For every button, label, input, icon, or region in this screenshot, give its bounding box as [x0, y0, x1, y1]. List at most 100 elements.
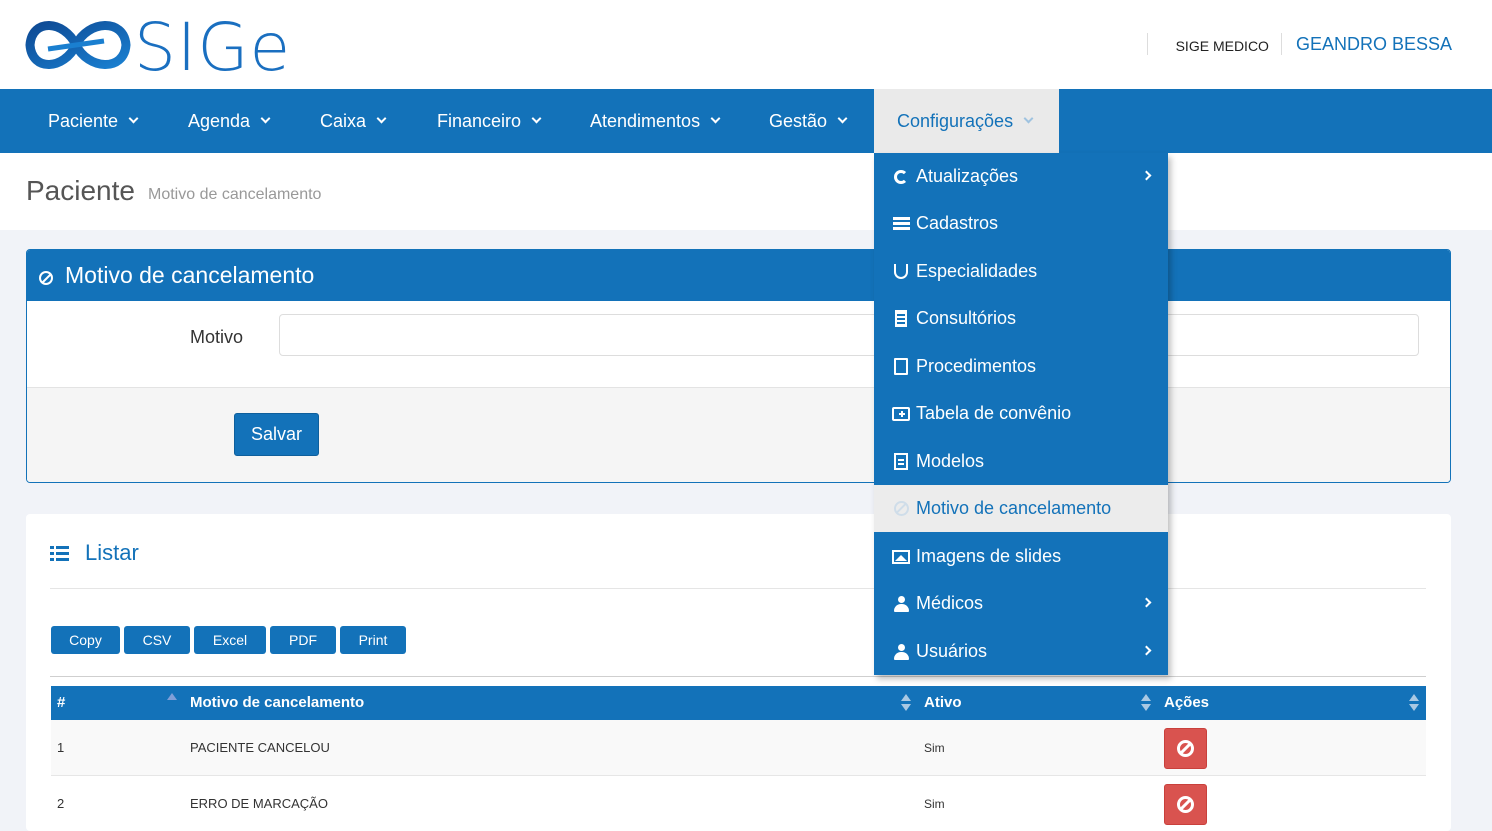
sort-icon[interactable]: [1141, 694, 1151, 712]
col-header-id[interactable]: #: [57, 686, 65, 720]
nav-label: Financeiro: [437, 110, 522, 131]
sort-icon[interactable]: [901, 694, 911, 712]
col-header-acoes[interactable]: Ações: [1164, 686, 1209, 720]
list-title: Listar: [85, 540, 139, 565]
motivos-table: # Motivo de cancelamento Ativo Ações 1 P…: [51, 686, 1426, 831]
excel-button[interactable]: Excel: [194, 626, 266, 654]
table-row: 1 PACIENTE CANCELOU Sim: [51, 720, 1426, 776]
nav-paciente[interactable]: Paciente: [48, 89, 139, 153]
menu-item-modelos[interactable]: Modelos: [874, 438, 1168, 485]
nav-label: Configurações: [897, 110, 1014, 131]
list-panel: Listar Copy CSV Excel PDF Print # Motivo…: [26, 514, 1451, 831]
svg-text:SIGe: SIGe: [134, 12, 290, 78]
menu-item-atualizacoes[interactable]: Atualizações: [874, 153, 1168, 200]
divider: [50, 676, 1426, 677]
form-panel: Motivo de cancelamento Motivo Salvar: [26, 249, 1451, 483]
col-header-ativo[interactable]: Ativo: [924, 686, 962, 720]
print-button[interactable]: Print: [340, 626, 406, 654]
menu-item-motivo-cancelamento[interactable]: Motivo de cancelamento: [874, 485, 1168, 532]
nav-label: Gestão: [769, 110, 828, 131]
menu-item-label: Tabela de convênio: [916, 403, 1072, 423]
menu-item-tabela-convenio[interactable]: Tabela de convênio: [874, 390, 1168, 437]
image-icon: [891, 547, 911, 567]
menu-item-label: Atualizações: [916, 166, 1019, 186]
table-row: 2 ERRO DE MARCAÇÃO Sim: [51, 776, 1426, 831]
nav-caixa[interactable]: Caixa: [320, 89, 387, 153]
page-header: Paciente Motivo de cancelamento: [0, 153, 1492, 230]
deactivate-button[interactable]: [1164, 728, 1207, 769]
menu-item-label: Médicos: [916, 593, 984, 613]
sort-asc-icon[interactable]: [167, 693, 177, 712]
menu-item-label: Consultórios: [916, 308, 1017, 328]
export-toolbar: Copy CSV Excel PDF Print: [51, 626, 406, 654]
chevron-down-icon: [710, 113, 721, 124]
menu-item-label: Cadastros: [916, 213, 999, 233]
menu-item-cadastros[interactable]: Cadastros: [874, 200, 1168, 247]
document-icon: [891, 452, 911, 472]
sort-icon[interactable]: [1409, 694, 1419, 712]
top-header: SIGe SIGE MEDICO GEANDRO BESSA: [0, 0, 1492, 89]
menu-item-label: Especialidades: [916, 261, 1038, 281]
nav-gestao[interactable]: Gestão: [769, 89, 848, 153]
ban-icon: [39, 270, 53, 285]
page-title: Paciente: [26, 175, 135, 206]
menu-item-medicos[interactable]: Médicos: [874, 580, 1168, 627]
doctor-icon: [891, 594, 911, 614]
chevron-right-icon: [1141, 645, 1152, 656]
cell-id: 2: [57, 796, 65, 811]
csv-button[interactable]: CSV: [124, 626, 190, 654]
nav-label: Paciente: [48, 110, 119, 131]
nav-label: Caixa: [320, 110, 367, 131]
form-panel-title: Motivo de cancelamento: [65, 262, 315, 288]
chevron-down-icon: [531, 113, 542, 124]
menu-item-label: Usuários: [916, 641, 988, 661]
table-header: # Motivo de cancelamento Ativo Ações: [51, 686, 1426, 720]
pdf-button[interactable]: PDF: [270, 626, 336, 654]
ban-icon: [1177, 796, 1194, 813]
menu-item-especialidades[interactable]: Especialidades: [874, 248, 1168, 295]
chevron-down-icon: [837, 113, 848, 124]
menu-item-label: Procedimentos: [916, 356, 1037, 376]
menu-item-consultorios[interactable]: Consultórios: [874, 295, 1168, 342]
nav-financeiro[interactable]: Financeiro: [437, 89, 542, 153]
user-icon: [891, 642, 911, 662]
ban-icon: [1177, 740, 1194, 757]
menu-item-label: Imagens de slides: [916, 546, 1062, 566]
menu-item-procedimentos[interactable]: Procedimentos: [874, 343, 1168, 390]
form-row-motivo: Motivo: [27, 301, 1450, 388]
nav-label: Atendimentos: [590, 110, 701, 131]
medkit-icon: [891, 404, 911, 424]
nav-label: Agenda: [188, 110, 251, 131]
col-header-motivo[interactable]: Motivo de cancelamento: [190, 686, 364, 720]
cell-ativo: Sim: [924, 741, 945, 755]
ban-icon: [891, 499, 911, 519]
motivo-input[interactable]: [279, 314, 1419, 356]
copy-button[interactable]: Copy: [51, 626, 120, 654]
user-name[interactable]: GEANDRO BESSA: [1282, 34, 1452, 55]
main-navbar: Paciente Agenda Caixa Financeiro Atendim…: [0, 89, 1492, 153]
deactivate-button[interactable]: [1164, 784, 1207, 825]
company-name[interactable]: SIGE MEDICO: [1148, 38, 1281, 54]
chevron-down-icon: [376, 113, 387, 124]
list-header: Listar: [50, 540, 139, 566]
configuracoes-dropdown: Atualizações Cadastros Especialidades Co…: [874, 153, 1168, 675]
stethoscope-icon: [891, 262, 911, 282]
list-icon: [891, 214, 911, 234]
list-icon: [50, 546, 69, 562]
chevron-right-icon: [1141, 170, 1152, 181]
document-p-icon: [891, 357, 911, 377]
menu-item-label: Motivo de cancelamento: [916, 498, 1112, 518]
page-subtitle: Motivo de cancelamento: [148, 186, 322, 203]
chevron-down-icon: [260, 113, 271, 124]
form-footer: Salvar: [27, 388, 1450, 482]
motivo-label: Motivo: [190, 327, 244, 347]
chevron-down-icon: [128, 113, 139, 124]
building-icon: [891, 309, 911, 329]
menu-item-usuarios[interactable]: Usuários: [874, 628, 1168, 675]
menu-item-imagens-slides[interactable]: Imagens de slides: [874, 533, 1168, 580]
nav-atendimentos[interactable]: Atendimentos: [590, 89, 721, 153]
sige-logo[interactable]: SIGe: [24, 12, 290, 78]
nav-configuracoes[interactable]: Configurações: [874, 89, 1059, 153]
save-button[interactable]: Salvar: [234, 413, 319, 456]
nav-agenda[interactable]: Agenda: [188, 89, 271, 153]
